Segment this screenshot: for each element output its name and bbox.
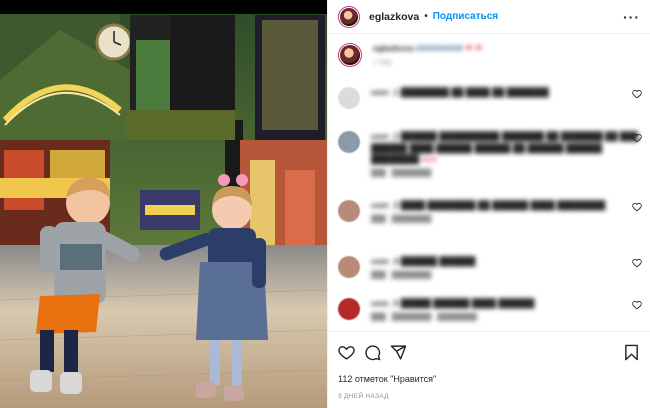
comment-item: user_5 █████ ██████ ████ ██████ ███ ████… [338, 298, 642, 321]
comment-text: user_3 ████ ████████ ██ ██████ ████ ████… [371, 200, 606, 210]
header-separator: • [424, 11, 428, 22]
share-icon[interactable] [390, 344, 407, 361]
caption-time: 1 нед. [373, 58, 393, 66]
more-options-icon[interactable]: ··· [623, 9, 640, 25]
likes-count[interactable]: 112 отметок "Нравится" [328, 374, 650, 384]
comment-like-icon[interactable] [632, 258, 642, 268]
comment-like-icon[interactable] [632, 300, 642, 310]
photo-illustration [0, 0, 327, 408]
comment-like-icon[interactable] [632, 202, 642, 212]
comment-text: user_2 ██████ ██████████ ███████ ██ ████… [371, 131, 638, 164]
post-date[interactable]: 3 ДНЕЙ НАЗАД [328, 393, 650, 400]
author-avatar[interactable] [338, 5, 360, 28]
heart-icon[interactable] [338, 344, 355, 361]
comment-like-icon[interactable] [632, 133, 642, 143]
comment-avatar[interactable] [338, 131, 360, 153]
comment-avatar[interactable] [338, 298, 360, 320]
comment-avatar[interactable] [338, 200, 360, 222]
comment-item: user_4 ██████ ██████ ███ ████████ [338, 256, 642, 279]
bookmark-icon[interactable] [623, 344, 640, 361]
comment-like-icon[interactable] [632, 89, 642, 99]
comment-text: user_5 █████ ██████ ████ ██████ [371, 298, 535, 308]
comment-text: user_4 ██████ ██████ [371, 256, 476, 266]
comment-item: user_2 ██████ ██████████ ███████ ██ ████… [338, 131, 642, 177]
instagram-post: eglazkova • Подписаться ··· eglazkova ##… [0, 0, 650, 408]
comment-meta: ███ ████████ [371, 215, 432, 223]
action-bar [328, 332, 650, 372]
comment-text: user_1 ████████ ██ ████ ██ ███████ [371, 87, 549, 97]
post-side-panel: eglazkova • Подписаться ··· eglazkova ##… [327, 0, 650, 408]
post-header: eglazkova • Подписаться ··· [328, 0, 650, 34]
follow-button[interactable]: Подписаться [433, 11, 498, 22]
comment-meta: ███ ████████ [371, 169, 432, 177]
author-username[interactable]: eglazkova [369, 11, 419, 23]
comment-icon[interactable] [364, 344, 381, 361]
comment-meta: ███ ████████ ████████ [371, 313, 477, 321]
comment-item: user_3 ████ ████████ ██ ██████ ████ ████… [338, 200, 642, 223]
caption-text: eglazkova ########## ❤ ❤ [373, 43, 483, 53]
comment-meta: ███ ████████ [371, 271, 432, 279]
comment-avatar[interactable] [338, 87, 360, 109]
caption: eglazkova ########## ❤ ❤ 1 нед. [338, 43, 642, 67]
comment-avatar[interactable] [338, 256, 360, 278]
post-photo[interactable] [0, 0, 327, 408]
caption-username[interactable]: eglazkova [373, 43, 414, 53]
comment-item: user_1 ████████ ██ ████ ██ ███████ [338, 87, 642, 109]
post-actions-area: 112 отметок "Нравится" 3 ДНЕЙ НАЗАД [328, 331, 650, 400]
comments-list: eglazkova ########## ❤ ❤ 1 нед. user_1 █… [328, 35, 650, 330]
caption-avatar[interactable] [338, 43, 362, 67]
